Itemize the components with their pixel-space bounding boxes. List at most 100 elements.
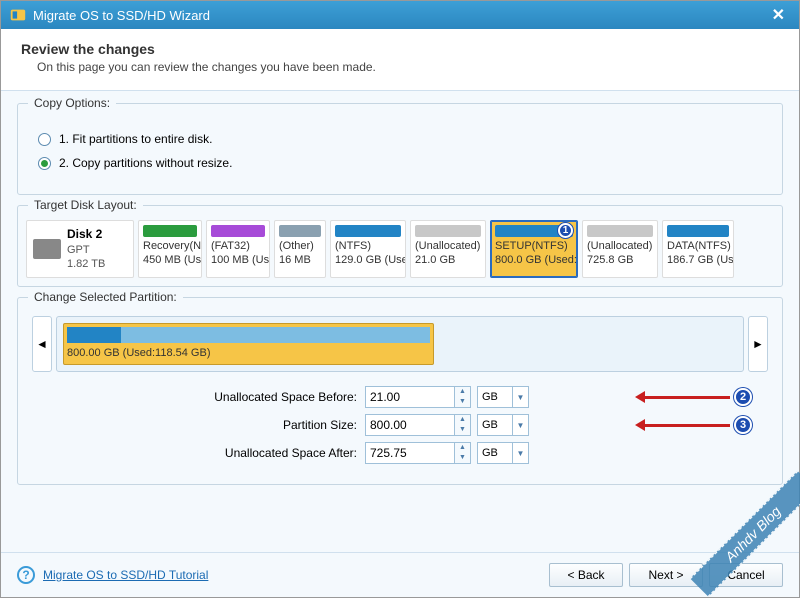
change-partition-group: Change Selected Partition: ◄ 800.00 GB (…	[17, 297, 783, 485]
partition-size: 450 MB (Used:386 MB)	[143, 254, 197, 268]
size-input[interactable]	[365, 442, 455, 464]
radio-copy-without-resize[interactable]: 2. Copy partitions without resize.	[38, 156, 762, 170]
partition-bar	[587, 225, 653, 237]
field-label: Partition Size:	[192, 418, 357, 432]
copy-options-legend: Copy Options:	[28, 96, 116, 110]
page-header: Review the changes On this page you can …	[1, 29, 799, 90]
cancel-button[interactable]: Cancel	[709, 563, 783, 587]
partition-size: 800.0 GB (Used:118 GB)	[495, 254, 573, 268]
unit-select[interactable]: GB	[477, 386, 513, 408]
chevron-down-icon[interactable]: ▼	[513, 386, 529, 408]
chevron-right-icon: ►	[752, 337, 764, 351]
partition-box[interactable]: DATA(NTFS)186.7 GB (Used:84 GB)	[662, 220, 734, 278]
free-bar	[121, 327, 429, 343]
annotation-badge: 3	[734, 416, 752, 434]
partition-bar	[667, 225, 729, 237]
partition-name: (NTFS)	[335, 240, 401, 254]
scroll-right-button[interactable]: ►	[748, 316, 768, 372]
help-icon[interactable]: ?	[17, 566, 35, 584]
spinner[interactable]: ▲▼	[455, 386, 471, 408]
disk-capacity: 1.82 TB	[67, 257, 105, 271]
partition-size: 21.0 GB	[415, 254, 481, 268]
size-input[interactable]	[365, 414, 455, 436]
partition-box[interactable]: (Other)16 MB	[274, 220, 326, 278]
form-row: Unallocated Space Before:▲▼GB▼2	[192, 386, 768, 408]
unit-select[interactable]: GB	[477, 414, 513, 436]
spin-down-icon[interactable]: ▼	[455, 453, 470, 463]
target-layout-group: Target Disk Layout: Disk 2 GPT 1.82 TB R…	[17, 205, 783, 287]
spinner[interactable]: ▲▼	[455, 414, 471, 436]
copy-options-group: Copy Options: 1. Fit partitions to entir…	[17, 103, 783, 195]
title-bar: Migrate OS to SSD/HD Wizard ✕	[1, 1, 799, 29]
field-label: Unallocated Space Before:	[192, 390, 357, 404]
change-legend: Change Selected Partition:	[28, 290, 183, 304]
field-label: Unallocated Space After:	[192, 446, 357, 460]
partition-box[interactable]: (FAT32)100 MB (Used:29 MB)	[206, 220, 270, 278]
page-subtext: On this page you can review the changes …	[37, 60, 779, 74]
spin-up-icon[interactable]: ▲	[455, 387, 470, 397]
spinner[interactable]: ▲▼	[455, 442, 471, 464]
annotation-badge: 1	[558, 223, 573, 238]
close-icon[interactable]: ✕	[766, 5, 791, 25]
form-row: Partition Size:▲▼GB▼3	[192, 414, 768, 436]
partition-name: DATA(NTFS)	[667, 240, 729, 254]
form-row: Unallocated Space After:▲▼GB▼	[192, 442, 768, 464]
page-heading: Review the changes	[21, 41, 779, 57]
annotation-arrow: 2	[644, 390, 752, 404]
disk-row: Disk 2 GPT 1.82 TB Recovery(NTFS)450 MB …	[26, 220, 774, 278]
partition-size: 186.7 GB (Used:84 GB)	[667, 254, 729, 268]
partition-bar	[415, 225, 481, 237]
disk-type: GPT	[67, 243, 105, 257]
chevron-down-icon[interactable]: ▼	[513, 442, 529, 464]
target-layout-legend: Target Disk Layout:	[28, 198, 143, 212]
partition-box[interactable]: 1 SETUP(NTFS)800.0 GB (Used:118 GB)	[490, 220, 578, 278]
chevron-down-icon[interactable]: ▼	[513, 414, 529, 436]
used-bar	[67, 327, 121, 343]
unit-select[interactable]: GB	[477, 442, 513, 464]
partition-name: (FAT32)	[211, 240, 265, 254]
content-area: Copy Options: 1. Fit partitions to entir…	[1, 90, 799, 562]
back-button[interactable]: < Back	[549, 563, 623, 587]
next-button[interactable]: Next >	[629, 563, 703, 587]
disk-icon	[33, 239, 61, 259]
partition-summary: 800.00 GB (Used:118.54 GB)	[67, 347, 430, 359]
partition-name: SETUP(NTFS)	[495, 240, 573, 254]
partition-box[interactable]: Recovery(NTFS)450 MB (Used:386 MB)	[138, 220, 202, 278]
partition-size: 129.0 GB (Used:46 GB)	[335, 254, 401, 268]
footer: ? Migrate OS to SSD/HD Tutorial < Back N…	[1, 552, 799, 597]
wizard-icon	[9, 6, 27, 24]
spin-down-icon[interactable]: ▼	[455, 425, 470, 435]
annotation-arrow: 3	[644, 418, 752, 432]
radio-unchecked-icon	[38, 133, 51, 146]
partition-bar	[335, 225, 401, 237]
disk-name: Disk 2	[67, 227, 105, 243]
partition-box[interactable]: (Unallocated)725.8 GB	[582, 220, 658, 278]
partition-size: 100 MB (Used:29 MB)	[211, 254, 265, 268]
partition-bar	[279, 225, 321, 237]
partition-bar	[211, 225, 265, 237]
radio-checked-icon	[38, 157, 51, 170]
disk-info-box[interactable]: Disk 2 GPT 1.82 TB	[26, 220, 134, 278]
scroll-left-button[interactable]: ◄	[32, 316, 52, 372]
partition-box[interactable]: (Unallocated)21.0 GB	[410, 220, 486, 278]
spin-up-icon[interactable]: ▲	[455, 443, 470, 453]
partition-name: Recovery(NTFS)	[143, 240, 197, 254]
radio-fit-partitions[interactable]: 1. Fit partitions to entire disk.	[38, 132, 762, 146]
partition-size: 16 MB	[279, 254, 321, 268]
partition-name: (Unallocated)	[587, 240, 653, 254]
radio-label: 2. Copy partitions without resize.	[59, 156, 232, 170]
partition-name: (Other)	[279, 240, 321, 254]
spin-down-icon[interactable]: ▼	[455, 397, 470, 407]
radio-label: 1. Fit partitions to entire disk.	[59, 132, 212, 146]
partition-resize-canvas[interactable]: 800.00 GB (Used:118.54 GB)	[56, 316, 744, 372]
partition-box[interactable]: (NTFS)129.0 GB (Used:46 GB)	[330, 220, 406, 278]
tutorial-link[interactable]: Migrate OS to SSD/HD Tutorial	[43, 568, 208, 582]
partition-bar	[143, 225, 197, 237]
window-title: Migrate OS to SSD/HD Wizard	[33, 8, 766, 23]
partition-name: (Unallocated)	[415, 240, 481, 254]
chevron-left-icon: ◄	[36, 337, 48, 351]
annotation-badge: 2	[734, 388, 752, 406]
size-input[interactable]	[365, 386, 455, 408]
spin-up-icon[interactable]: ▲	[455, 415, 470, 425]
partition-size: 725.8 GB	[587, 254, 653, 268]
